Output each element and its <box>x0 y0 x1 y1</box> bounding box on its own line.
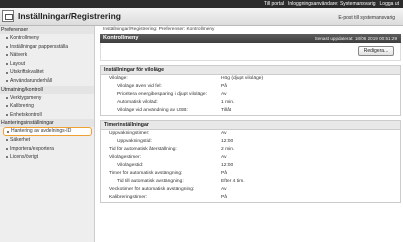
setting-row: Veckotimer för automatisk avstängning: Av <box>101 186 400 194</box>
section-title: Inställningar för viloläge <box>101 66 400 75</box>
setting-value: Efter 4 tim. <box>221 179 245 184</box>
setting-value: Tillåt <box>221 108 232 113</box>
toolbar: Redigera... <box>100 43 401 61</box>
mail-admin-link[interactable]: E-post till systemansvarig <box>338 15 395 21</box>
setting-label: Timer för automatisk avstängning: <box>109 171 183 176</box>
setting-label: Tid till automatisk avstängning: <box>117 179 184 184</box>
bullet-icon <box>6 156 8 159</box>
setting-row: Prioritera energibesparing i djupt vilol… <box>101 91 400 99</box>
bullet-icon <box>6 37 8 40</box>
portal-link[interactable]: Till portal <box>264 1 284 7</box>
sidebar: Preferenser Kontrollmeny Inställningar p… <box>0 26 95 242</box>
setting-row: Uppvakningstimer: Av <box>101 130 400 138</box>
setting-row: Tid för automatisk återställning: 2 min. <box>101 146 400 154</box>
setting-label: Vilolägestimer: <box>109 155 141 160</box>
app-header: Inställningar/Registrering E-post till s… <box>0 8 403 26</box>
sidebar-group-output: Utmatning/kontroll <box>0 85 94 94</box>
setting-label: Uppvakningstimer: <box>109 131 150 136</box>
sidebar-item-import-export[interactable]: Importera/exportera <box>0 145 94 154</box>
sidebar-item-print-quality[interactable]: Utskriftskvalitet <box>0 68 94 77</box>
settings-app-icon <box>2 10 14 22</box>
setting-value: Av <box>221 131 227 136</box>
bullet-icon <box>6 96 8 99</box>
setting-row: Uppvakningstid: 12:00 <box>101 138 400 146</box>
sleep-rows: Viloläge: Hög (djupt viloläge) Viloläge ä… <box>101 75 400 115</box>
page-title-bar: Kontrollmeny Senast uppdaterat: 18/06 20… <box>100 34 401 43</box>
bullet-icon <box>6 139 8 142</box>
setting-row: Viloläge även vid fel: På <box>101 83 400 91</box>
top-bar: Till portal Inloggningsanvändare: System… <box>0 0 403 8</box>
sidebar-group-preferences: Preferenser <box>0 26 94 34</box>
setting-row: Timer för automatisk avstängning: På <box>101 170 400 178</box>
setting-row: Viloläge: Hög (djupt viloläge) <box>101 75 400 83</box>
timer-rows: Uppvakningstimer: Av Uppvakningstid: 12:00… <box>101 130 400 202</box>
setting-value: 12:00 <box>221 163 234 168</box>
bullet-icon <box>6 80 8 83</box>
app-title: Inställningar/Registrering <box>18 11 121 21</box>
setting-label: Veckotimer för automatisk avstängning: <box>109 187 195 192</box>
setting-label: Prioritera energibesparing i djupt vilol… <box>117 92 207 97</box>
sidebar-item-security[interactable]: Säkerhet <box>0 136 94 145</box>
setting-label: Viloläge: <box>109 76 128 81</box>
bullet-icon <box>6 63 8 66</box>
setting-value: Av <box>221 155 227 160</box>
setting-value: På <box>221 84 227 89</box>
sidebar-item-control-menu[interactable]: Kontrollmeny <box>0 34 94 43</box>
sidebar-item-layout[interactable]: Layout <box>0 60 94 69</box>
setting-row: Vilolägestid: 12:00 <box>101 162 400 170</box>
login-user-label: Inloggningsanvändare: Systemansvarig <box>287 1 376 7</box>
sidebar-item-department-id[interactable]: Hantering av avdelnings-ID <box>3 127 92 136</box>
page-title: Kontrollmeny <box>103 35 139 41</box>
edit-button[interactable]: Redigera... <box>358 46 394 56</box>
breadcrumb: Inställningar/Registrering: Preferenser:… <box>103 27 215 32</box>
bullet-icon <box>6 114 8 117</box>
setting-value: 1 min. <box>221 100 235 105</box>
sleep-settings-section: Inställningar för viloläge Viloläge: Hög … <box>100 65 401 116</box>
setting-value: Av <box>221 92 227 97</box>
setting-label: Viloläge vid användning av USB: <box>117 108 188 113</box>
setting-label: Viloläge även vid fel: <box>117 84 162 89</box>
main-content: Inställningar/Registrering: Preferenser:… <box>100 26 401 242</box>
sidebar-item-device-control[interactable]: Enhetskontroll <box>0 111 94 120</box>
bullet-icon <box>6 105 8 108</box>
setting-value: På <box>221 195 227 200</box>
bullet-icon <box>6 45 8 48</box>
bullet-icon <box>6 71 8 74</box>
sidebar-item-license[interactable]: Licens/övrigt <box>0 153 94 162</box>
setting-row: Tid till automatisk avstängning: Efter 4 … <box>101 178 400 186</box>
setting-row: Kalibreringstimer: På <box>101 194 400 202</box>
setting-label: Uppvakningstid: <box>117 139 152 144</box>
setting-row: Viloläge vid användning av USB: Tillåt <box>101 107 400 115</box>
bullet-icon <box>6 147 8 150</box>
sidebar-group-management: Hanteringsinställningar <box>0 119 94 128</box>
sidebar-item-network[interactable]: Nätverk <box>0 51 94 60</box>
setting-label: Automatisk viloläd: <box>117 100 158 105</box>
section-title: Timerinställningar <box>101 121 400 130</box>
sidebar-item-tools[interactable]: Verktygsmeny <box>0 94 94 103</box>
logout-link[interactable]: Logga ut <box>380 1 399 7</box>
setting-label: Tid för automatisk återställning: <box>109 147 177 152</box>
setting-row: Automatisk viloläd: 1 min. <box>101 99 400 107</box>
timer-settings-section: Timerinställningar Uppvakningstimer: Av U… <box>100 120 401 203</box>
setting-value: Av <box>221 187 227 192</box>
setting-value: 2 min. <box>221 147 235 152</box>
bullet-icon <box>7 130 9 133</box>
sidebar-item-calibration[interactable]: Kalibrering <box>0 102 94 111</box>
setting-label: Vilolägestid: <box>117 163 144 168</box>
sidebar-item-paper-source[interactable]: Inställningar pappersställa <box>0 43 94 52</box>
setting-value: Hög (djupt viloläge) <box>221 76 264 81</box>
setting-value: 12:00 <box>221 139 234 144</box>
setting-value: På <box>221 171 227 176</box>
last-updated: Senast uppdaterat: 18/06 2019 00:51:29 <box>314 36 397 41</box>
bullet-icon <box>6 54 8 57</box>
setting-label: Kalibreringstimer: <box>109 195 148 200</box>
setting-row: Vilolägestimer: Av <box>101 154 400 162</box>
sidebar-item-user-maintenance[interactable]: Användarunderhåll <box>0 77 94 86</box>
